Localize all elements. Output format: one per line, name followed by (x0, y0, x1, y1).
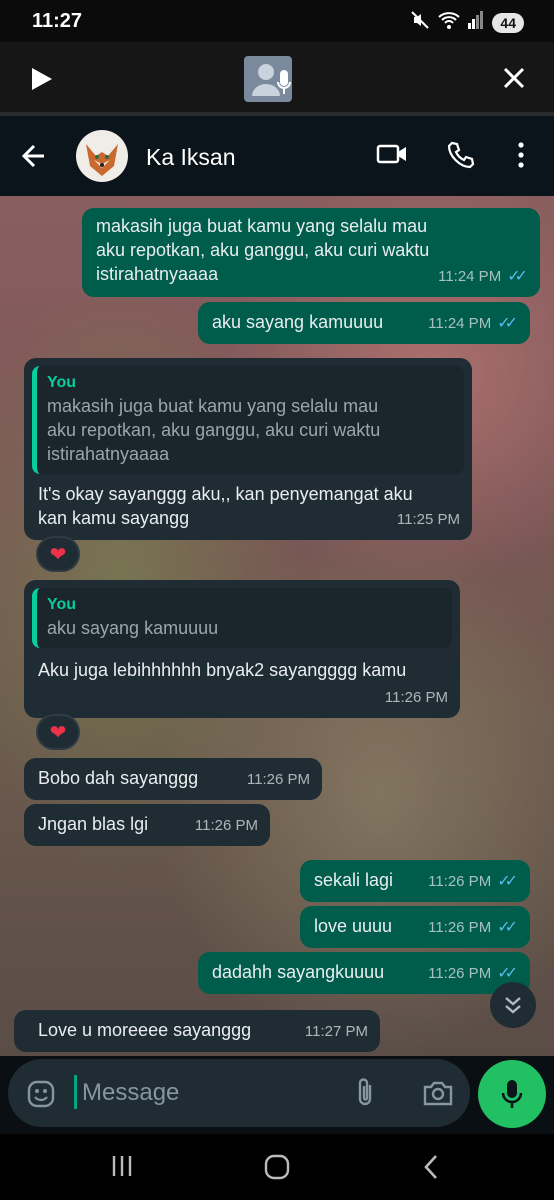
outgoing-message[interactable]: aku sayang kamuuuu 11:24 PM ✓✓ (198, 302, 530, 344)
incoming-message[interactable]: Love u moreeee sayanggg 11:27 PM (14, 1010, 380, 1052)
quote-text: istirahatnyaaaa (47, 444, 170, 464)
system-navigation-bar (0, 1134, 554, 1200)
mute-icon (410, 10, 430, 35)
voice-record-button[interactable] (478, 1060, 546, 1128)
recents-icon (112, 1156, 132, 1176)
signal-icon (468, 11, 484, 34)
message-composer (0, 1056, 554, 1134)
home-button[interactable] (264, 1154, 290, 1185)
read-ticks-icon: ✓✓ (507, 268, 528, 285)
close-button[interactable] (502, 66, 526, 95)
incoming-message[interactable]: You makasih juga buat kamu yang selalu m… (24, 358, 472, 540)
more-vert-icon (518, 142, 524, 168)
message-time: 11:24 PM (428, 315, 492, 332)
scroll-to-bottom-button[interactable] (490, 982, 536, 1028)
close-icon (503, 67, 525, 89)
recents-button[interactable] (110, 1154, 134, 1183)
read-ticks-icon: ✓✓ (497, 315, 518, 332)
camera-button[interactable] (422, 1079, 454, 1112)
message-time: 11:26 PM (428, 919, 492, 936)
message-meta: 11:26 PM (247, 768, 310, 792)
double-chevron-down-icon (505, 997, 521, 1014)
message-meta: 11:24 PM ✓✓ (428, 312, 518, 336)
message-time: 11:26 PM (428, 965, 492, 982)
quote-author: You (47, 596, 77, 613)
back-button[interactable] (20, 142, 48, 175)
quote-text: makasih juga buat kamu yang selalu mau (47, 396, 379, 416)
video-call-icon (376, 144, 406, 164)
status-bar: 11:27 44 (0, 0, 554, 42)
message-time: 11:26 PM (428, 873, 492, 890)
back-nav-button[interactable] (422, 1154, 440, 1185)
read-ticks-icon: ✓✓ (497, 919, 518, 936)
emoji-button[interactable] (26, 1079, 56, 1114)
heart-icon: ❤ (49, 543, 67, 566)
message-text: It's okay sayanggg aku,, kan penyemangat… (38, 484, 413, 504)
voice-call-button[interactable] (446, 140, 476, 175)
message-input-container[interactable] (8, 1059, 470, 1127)
read-ticks-icon: ✓✓ (497, 873, 518, 890)
outgoing-message[interactable]: sekali lagi 11:26 PM ✓✓ (300, 860, 530, 902)
reaction-badge[interactable]: ❤ (36, 714, 80, 750)
quote-author: You (47, 374, 77, 391)
incoming-message[interactable]: Jngan blas lgi 11:26 PM (24, 804, 270, 846)
contact-name[interactable]: Ka Iksan (146, 144, 236, 171)
message-text: aku repotkan, aku ganggu, aku curi waktu (96, 240, 430, 260)
message-meta: 11:27 PM (305, 1020, 368, 1044)
camera-icon (423, 1081, 453, 1106)
more-options-button[interactable] (514, 140, 528, 175)
message-time: 11:27 PM (304, 1023, 368, 1040)
outgoing-message[interactable]: makasih juga buat kamu yang selalu mau a… (82, 208, 540, 297)
message-meta: 11:25 PM (397, 508, 460, 532)
emoji-icon (27, 1080, 55, 1108)
incoming-message[interactable]: Bobo dah sayanggg 11:26 PM (24, 758, 322, 800)
play-button[interactable] (28, 66, 54, 97)
play-icon (32, 68, 52, 90)
chat-area[interactable]: makasih juga buat kamu yang selalu mau a… (0, 196, 554, 1056)
message-text: makasih juga buat kamu yang selalu mau (96, 216, 428, 236)
status-time: 11:27 (32, 10, 83, 32)
message-time: 11:26 PM (194, 817, 258, 834)
message-input[interactable] (82, 1075, 332, 1111)
back-arrow-icon (21, 144, 44, 168)
message-meta: 11:26 PM ✓✓ (428, 870, 518, 894)
message-time: 11:26 PM (246, 771, 310, 788)
message-time: 11:26 PM (384, 689, 448, 706)
reaction-badge[interactable]: ❤ (36, 536, 80, 572)
voice-message-bar (0, 42, 554, 116)
heart-icon: ❤ (49, 721, 67, 744)
message-text: Aku juga lebihhhhhh bnyak2 sayangggg kam… (38, 660, 407, 680)
message-text: kan kamu sayangg (38, 508, 190, 528)
chat-header: Ka Iksan (0, 116, 554, 196)
message-meta: 11:24 PM ✓✓ (438, 265, 528, 289)
text-cursor (74, 1075, 77, 1109)
outgoing-message[interactable]: love uuuu 11:26 PM ✓✓ (300, 906, 530, 948)
quote-text: aku repotkan, aku ganggu, aku curi waktu (47, 420, 381, 440)
quoted-message[interactable]: You aku sayang kamuuuu (32, 588, 452, 648)
message-meta: 11:26 PM (195, 814, 258, 838)
message-time: 11:25 PM (396, 511, 460, 528)
mic-icon (501, 1080, 523, 1108)
battery-icon: 44 (492, 12, 524, 33)
outgoing-message[interactable]: dadahh sayangkuuuu 11:26 PM ✓✓ (198, 952, 530, 994)
wifi-icon (438, 10, 461, 35)
attach-button[interactable] (354, 1077, 376, 1114)
phone-icon (447, 141, 475, 169)
contact-thumbnail-icon (244, 56, 292, 102)
attach-icon (358, 1078, 372, 1106)
status-icons: 44 (410, 10, 524, 35)
avatar[interactable] (76, 130, 128, 182)
message-meta: 11:26 PM (385, 686, 448, 710)
incoming-message[interactable]: You aku sayang kamuuuu Aku juga lebihhhh… (24, 580, 460, 718)
home-icon (264, 1154, 290, 1180)
quote-text: aku sayang kamuuuu (47, 618, 219, 638)
quoted-message[interactable]: You makasih juga buat kamu yang selalu m… (32, 366, 464, 474)
message-meta: 11:26 PM ✓✓ (428, 916, 518, 940)
back-icon (424, 1155, 437, 1179)
message-time: 11:24 PM (438, 268, 502, 285)
video-call-button[interactable] (376, 140, 408, 173)
